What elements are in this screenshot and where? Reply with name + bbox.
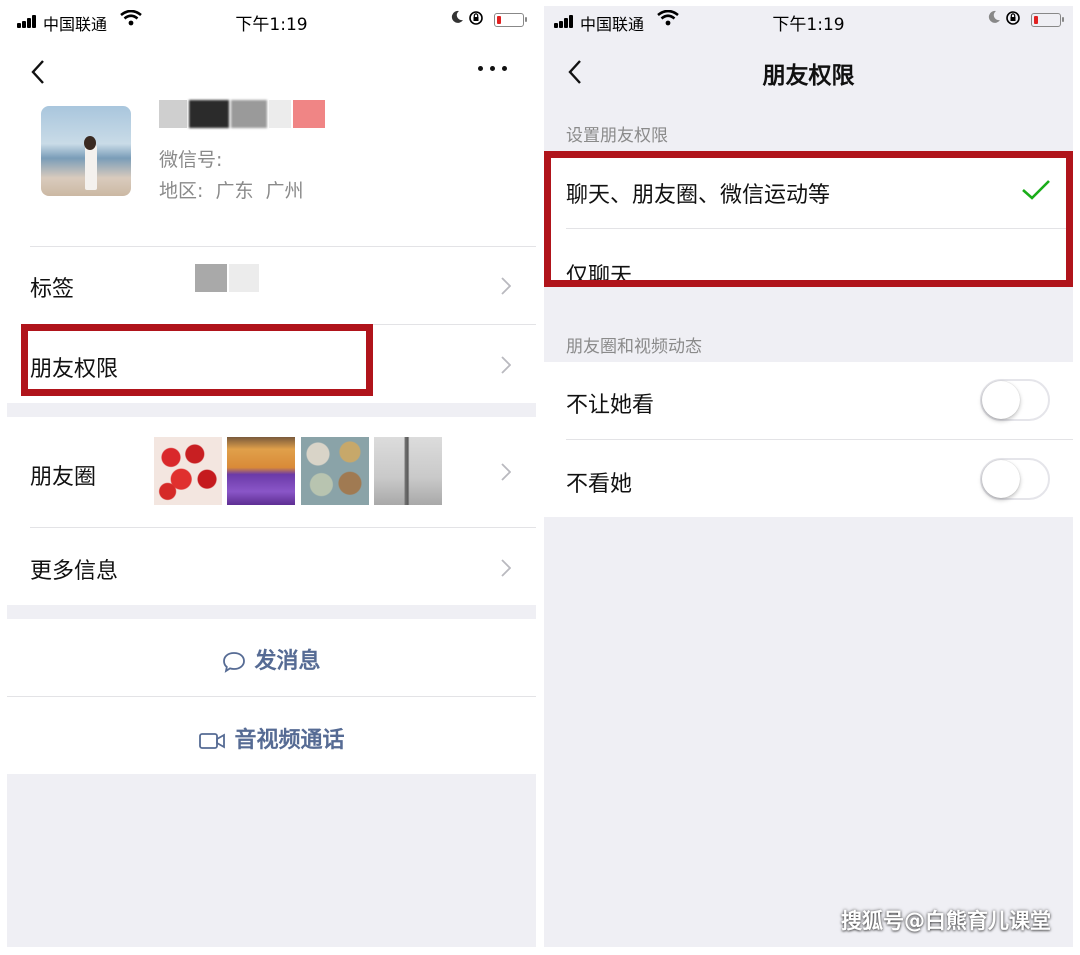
divider xyxy=(7,696,536,697)
moments-thumbnail-dishes[interactable] xyxy=(301,437,369,505)
row-more-info[interactable]: 更多信息 xyxy=(7,528,536,605)
avatar[interactable] xyxy=(41,106,131,196)
moments-thumbnail-apples[interactable] xyxy=(154,437,222,505)
row-tags[interactable]: 标签 xyxy=(7,247,536,324)
watermark: 搜狐号@白熊育儿课堂 xyxy=(841,909,1051,933)
send-message-label: 发消息 xyxy=(254,649,321,674)
tags-label: 标签 xyxy=(30,277,75,302)
video-call-button[interactable]: 音视频通话 xyxy=(7,722,536,754)
row-hide-her-posts: 不看她 xyxy=(544,440,1073,517)
moments-thumbnail-vegetables[interactable] xyxy=(227,437,295,505)
chat-bubble-icon xyxy=(223,652,246,673)
moon-icon xyxy=(451,10,463,23)
region: 地区: 广东 广州 xyxy=(159,176,304,203)
highlight-box xyxy=(21,324,373,396)
tag-value-blurred xyxy=(195,264,261,292)
hide-her-posts-label: 不看她 xyxy=(566,472,633,497)
chevron-right-icon xyxy=(501,463,511,481)
section-header-permissions: 设置朋友权限 xyxy=(566,126,668,146)
status-bar: 中国联通 下午1:19 xyxy=(544,6,1073,40)
moments-label: 朋友圈 xyxy=(30,465,97,490)
hide-my-posts-toggle[interactable] xyxy=(980,379,1050,421)
more-options-icon[interactable] xyxy=(478,62,508,72)
battery-icon xyxy=(1031,13,1064,27)
chevron-right-icon xyxy=(501,559,511,577)
nickname-blurred xyxy=(159,100,329,128)
battery-icon xyxy=(494,13,527,27)
status-bar: 中国联通 下午1:19 xyxy=(7,6,536,40)
section-header-moments: 朋友圈和视频动态 xyxy=(566,337,702,357)
permissions-screen: 中国联通 下午1:19 朋友权限 设置朋友权限 聊天、朋友圈、微信运动等 仅聊天… xyxy=(544,6,1073,947)
page-title: 朋友权限 xyxy=(762,63,855,89)
video-camera-icon xyxy=(199,733,226,749)
send-message-button[interactable]: 发消息 xyxy=(7,643,536,675)
region-label: 地区: xyxy=(159,180,204,202)
hide-my-posts-label: 不让她看 xyxy=(566,393,655,418)
rotation-lock-icon xyxy=(469,11,483,25)
chevron-right-icon xyxy=(501,356,511,374)
profile-screen: 中国联通 下午1:19 微信号: 地区: 广东 广州 标签 朋友权限 朋友圈 更… xyxy=(7,6,536,947)
more-info-label: 更多信息 xyxy=(30,559,119,584)
row-hide-my-posts: 不让她看 xyxy=(544,362,1073,439)
nav-bar xyxy=(7,40,536,104)
region-value: 广东 广州 xyxy=(215,180,304,202)
moments-thumbnail-tower[interactable] xyxy=(374,437,442,505)
back-arrow-icon[interactable] xyxy=(29,58,49,86)
hide-her-posts-toggle[interactable] xyxy=(980,458,1050,500)
nav-bar: 朋友权限 xyxy=(544,40,1073,104)
highlight-box xyxy=(544,151,1073,287)
wechat-id-label: 微信号: xyxy=(159,149,223,171)
chevron-right-icon xyxy=(501,277,511,295)
rotation-lock-icon xyxy=(1006,11,1020,25)
video-call-label: 音视频通话 xyxy=(234,728,345,753)
moon-icon xyxy=(988,10,1000,23)
